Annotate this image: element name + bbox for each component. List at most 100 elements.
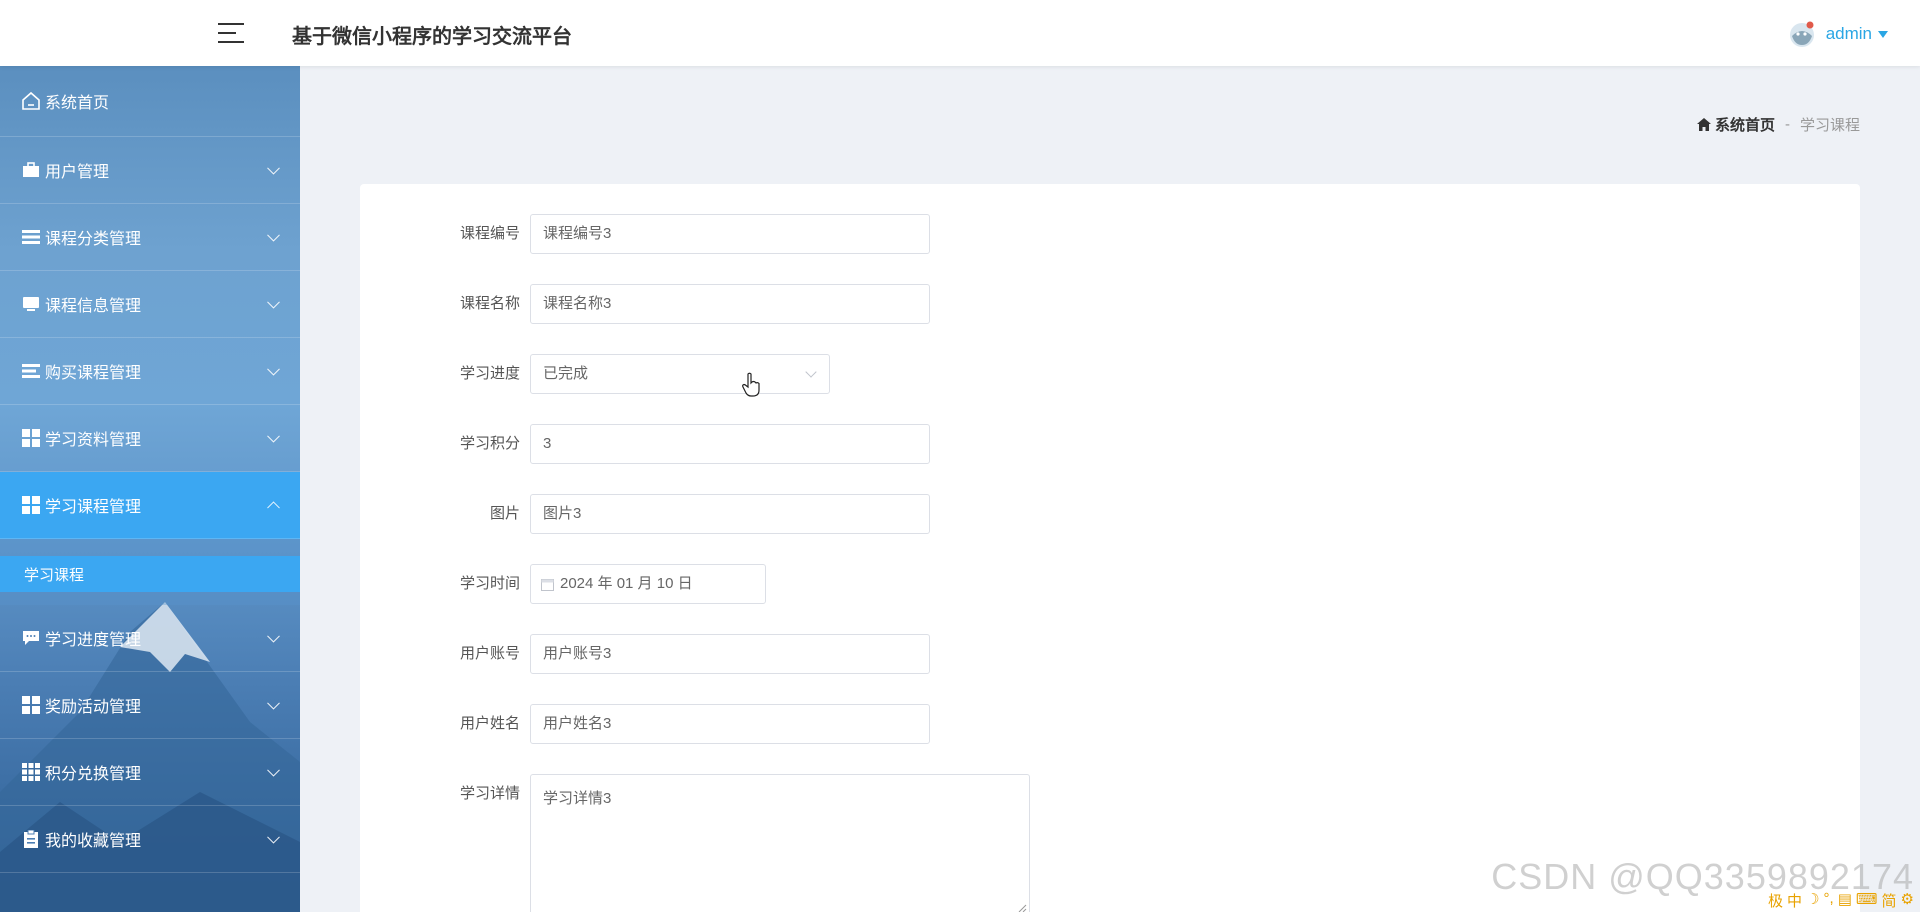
form-row-image: 图片 图片3: [360, 494, 930, 534]
study-time-value: 2024 年 01 月 10 日: [560, 575, 693, 592]
form-row-study-time: 学习时间 2024 年 01 月 10 日: [360, 564, 766, 604]
course-name-input[interactable]: 课程名称3: [530, 284, 930, 324]
sidebar-item-label: 积分兑换管理: [45, 766, 142, 783]
table-icon: [20, 761, 42, 783]
user-name-label: 用户姓名: [459, 715, 520, 732]
sidebar-item-label: 课程分类管理: [45, 231, 142, 248]
top-header: 基于微信小程序的学习交流平台 admin: [0, 0, 1920, 66]
sidebar-item-course-category[interactable]: 课程分类管理: [0, 204, 300, 271]
image-label: 图片: [489, 505, 520, 522]
hand-cursor-icon: [742, 372, 760, 397]
breadcrumb-current: 学习课程: [1799, 117, 1860, 134]
ime-item[interactable]: ⚙: [1901, 890, 1914, 911]
details-label: 学习详情: [459, 785, 520, 802]
sidebar-item-points-exchange[interactable]: 积分兑换管理: [0, 739, 300, 806]
sidebar-item-progress[interactable]: 学习进度管理: [0, 605, 300, 672]
caret-down-icon: [1878, 30, 1888, 38]
form-row-details: 学习详情 学习详情3: [360, 774, 1030, 912]
ime-item[interactable]: ⌨: [1856, 890, 1878, 911]
sidebar-item-label: 系统首页: [45, 95, 110, 112]
account-input[interactable]: 用户账号3: [530, 634, 930, 674]
progress-select[interactable]: 已完成: [530, 354, 830, 394]
calendar-icon: [541, 578, 554, 591]
details-textarea[interactable]: 学习详情3: [530, 774, 1030, 912]
chevron-down-icon: [267, 295, 280, 309]
username: admin: [1825, 24, 1872, 43]
sidebar-item-label: 学习进度管理: [45, 632, 142, 649]
grid-icon: [20, 427, 42, 449]
sidebar-item-label: 学习课程管理: [45, 499, 142, 516]
details-value: 学习详情3: [543, 790, 612, 807]
sidebar-item-favorites[interactable]: 我的收藏管理: [0, 806, 300, 873]
avatar: [1789, 21, 1814, 47]
breadcrumb-separator: -: [1784, 116, 1790, 133]
resize-grip-icon[interactable]: [1017, 903, 1027, 912]
sidebar-item-study-course[interactable]: 学习课程管理: [0, 472, 300, 539]
chevron-down-icon: [267, 629, 280, 643]
sidebar-item-label: 购买课程管理: [45, 365, 142, 382]
ime-item[interactable]: ▤: [1838, 890, 1852, 911]
chevron-down-icon: [267, 362, 280, 376]
home-icon: [20, 90, 42, 112]
menu-toggle-icon[interactable]: [218, 21, 246, 45]
form-row-user-name: 用户姓名 用户姓名3: [360, 704, 930, 744]
points-label: 学习积分: [459, 435, 520, 452]
submenu: 学习课程: [0, 539, 300, 605]
course-name-label: 课程名称: [459, 295, 520, 312]
points-input[interactable]: 3: [530, 424, 930, 464]
sidebar-item-label: 用户管理: [45, 164, 110, 181]
chevron-down-icon: [267, 161, 280, 175]
progress-label: 学习进度: [459, 365, 520, 382]
sidebar-item-label: 课程信息管理: [45, 298, 142, 315]
sidebar-item-label: 奖励活动管理: [45, 699, 142, 716]
ime-item[interactable]: 中: [1787, 890, 1802, 911]
chevron-down-icon: [267, 763, 280, 777]
ime-item[interactable]: ☽: [1806, 890, 1819, 911]
ime-item[interactable]: 极: [1768, 890, 1783, 911]
sidebar-item-purchase[interactable]: 购买课程管理: [0, 338, 300, 405]
chevron-down-icon: [267, 696, 280, 710]
user-name-input[interactable]: 用户姓名3: [530, 704, 930, 744]
clipboard-icon: [20, 828, 42, 850]
home-icon: [1696, 118, 1711, 131]
chevron-down-icon: [267, 830, 280, 844]
list-icon: [20, 360, 42, 382]
sidebar-item-users[interactable]: 用户管理: [0, 137, 300, 204]
sidebar-item-rewards[interactable]: 奖励活动管理: [0, 672, 300, 739]
ime-item[interactable]: 简: [1882, 890, 1897, 911]
sidebar: 系统首页 用户管理 课程分类管理 课程信息管理 购买课程管理 学习资料管理 学习…: [0, 66, 300, 912]
breadcrumb-home-label: 系统首页: [1714, 117, 1775, 134]
chevron-up-icon: [267, 501, 280, 515]
chevron-down-icon: [267, 429, 280, 443]
chevron-down-icon: [805, 366, 817, 378]
breadcrumb-home[interactable]: 系统首页: [1696, 114, 1775, 135]
form-row-course-name: 课程名称 课程名称3: [360, 284, 930, 324]
sidebar-item-course-info[interactable]: 课程信息管理: [0, 271, 300, 338]
progress-select-value: 已完成: [543, 365, 589, 382]
monitor-icon: [20, 293, 42, 315]
detail-form: 课程编号 课程编号3 课程名称 课程名称3 学习进度 已完成 学习积分 3 图片…: [360, 184, 1860, 912]
sidebar-item-label: 学习资料管理: [45, 432, 142, 449]
course-no-input[interactable]: 课程编号3: [530, 214, 930, 254]
briefcase-icon: [20, 159, 42, 181]
sidebar-item-home[interactable]: 系统首页: [0, 66, 300, 137]
form-row-course-no: 课程编号 课程编号3: [360, 214, 930, 254]
study-time-label: 学习时间: [459, 575, 520, 592]
user-menu[interactable]: admin: [1786, 18, 1888, 50]
chat-icon: [20, 627, 42, 649]
account-label: 用户账号: [459, 645, 520, 662]
grid-icon: [20, 494, 42, 516]
list-icon: [20, 226, 42, 248]
sidebar-item-materials[interactable]: 学习资料管理: [0, 405, 300, 472]
breadcrumb: 系统首页 - 学习课程: [1696, 114, 1860, 135]
course-no-label: 课程编号: [459, 225, 520, 242]
form-row-account: 用户账号 用户账号3: [360, 634, 930, 674]
submenu-item-study-course[interactable]: 学习课程: [0, 556, 300, 592]
app-title: 基于微信小程序的学习交流平台: [292, 26, 572, 48]
form-row-points: 学习积分 3: [360, 424, 930, 464]
image-input[interactable]: 图片3: [530, 494, 930, 534]
grid-icon: [20, 694, 42, 716]
ime-item[interactable]: °,: [1824, 890, 1834, 911]
ime-toolbar: 极 中 ☽ °, ▤ ⌨ 简 ⚙: [1768, 890, 1914, 911]
study-time-datepicker[interactable]: 2024 年 01 月 10 日: [530, 564, 766, 604]
